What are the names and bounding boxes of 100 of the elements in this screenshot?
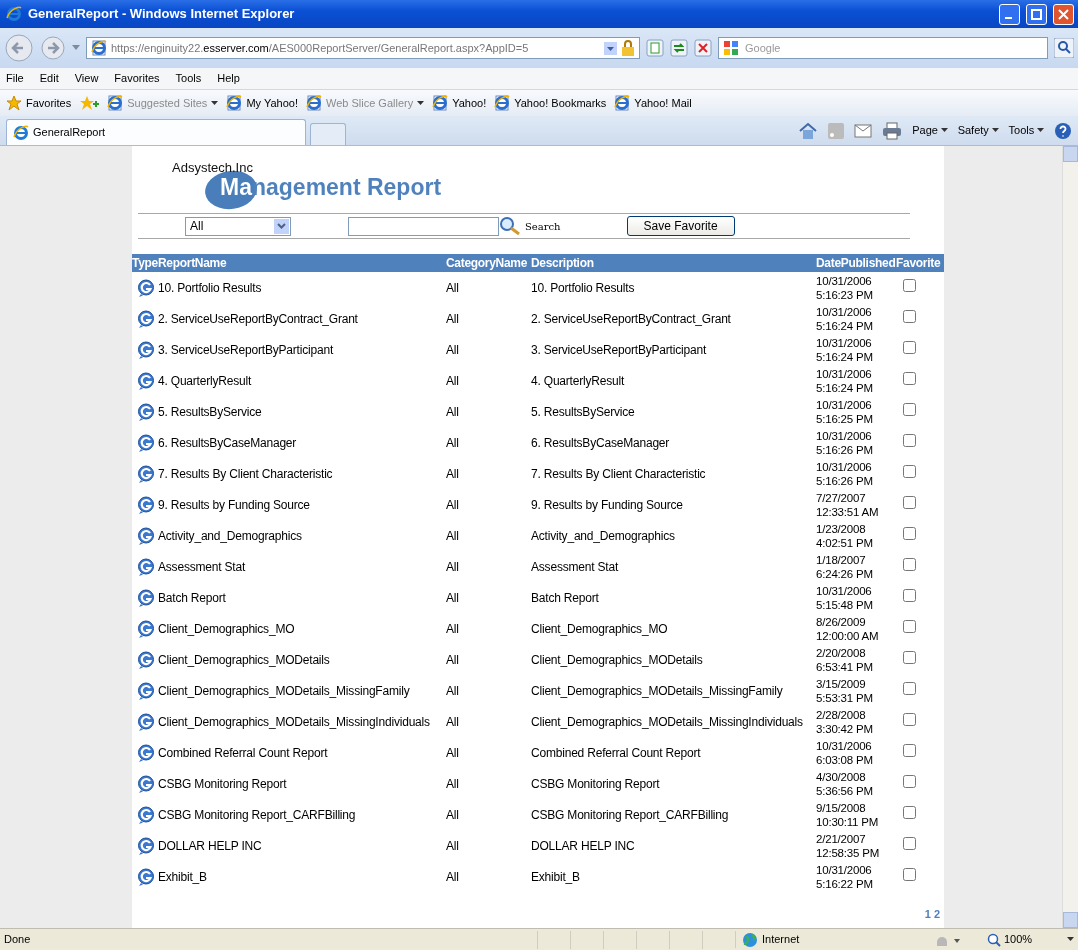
command-menu[interactable]: Tools — [1008, 122, 1044, 139]
favorite-checkbox[interactable] — [903, 371, 916, 385]
menu-item[interactable]: Edit — [39, 70, 59, 87]
favorite-checkbox[interactable] — [903, 650, 916, 664]
menu-item[interactable]: File — [6, 70, 24, 87]
report-icon[interactable] — [137, 464, 155, 483]
stop-icon[interactable] — [694, 39, 712, 57]
favorite-checkbox[interactable] — [903, 867, 916, 881]
report-name-cell[interactable]: Batch Report — [158, 582, 446, 613]
report-name-cell[interactable]: CSBG Monitoring Report — [158, 768, 446, 799]
browser-tab[interactable]: GeneralReport — [6, 119, 306, 145]
report-icon[interactable] — [137, 309, 155, 328]
search-icon[interactable] — [499, 216, 521, 236]
page-link[interactable]: 1 — [924, 905, 931, 922]
report-name-cell[interactable]: 10. Portfolio Results — [158, 272, 446, 303]
search-icon[interactable] — [1054, 38, 1074, 58]
report-icon[interactable] — [137, 433, 155, 452]
menu-item[interactable]: Tools — [175, 70, 202, 87]
favorite-checkbox[interactable] — [903, 526, 916, 540]
report-icon[interactable] — [137, 402, 155, 421]
report-name-cell[interactable]: Assessment Stat — [158, 551, 446, 582]
minimize-button[interactable] — [999, 3, 1020, 25]
print-icon[interactable] — [882, 121, 903, 140]
report-name-cell[interactable]: Combined Referral Count Report — [158, 737, 446, 768]
report-name-cell[interactable]: Client_Demographics_MODetails_MissingIndividuals — [158, 706, 446, 737]
help-icon[interactable] — [1054, 121, 1072, 140]
page-link[interactable]: 2 — [933, 905, 940, 922]
favorite-checkbox[interactable] — [903, 836, 916, 850]
home-icon[interactable] — [798, 121, 819, 140]
report-icon[interactable] — [137, 371, 155, 390]
category-select[interactable]: All — [185, 216, 291, 236]
zoom-control[interactable]: 100% — [987, 931, 1067, 948]
favorites-button[interactable]: Favorites — [6, 94, 72, 112]
save-favorite-button[interactable]: Save Favorite — [626, 216, 735, 236]
report-name-cell[interactable]: 5. ResultsByService — [158, 396, 446, 427]
maximize-button[interactable] — [1026, 3, 1047, 25]
report-name-cell[interactable]: DOLLAR HELP INC — [158, 830, 446, 861]
favorite-checkbox[interactable] — [903, 278, 916, 292]
dropdown-icon[interactable] — [1067, 937, 1074, 942]
report-name-cell[interactable]: Exhibit_B — [158, 861, 446, 892]
favorite-checkbox[interactable] — [903, 495, 916, 509]
report-name-cell[interactable]: 7. Results By Client Characteristic — [158, 458, 446, 489]
search-link[interactable]: Search — [525, 218, 561, 234]
report-icon[interactable] — [137, 526, 155, 545]
report-name-cell[interactable]: 4. QuarterlyResult — [158, 365, 446, 396]
report-icon[interactable] — [137, 743, 155, 762]
favorite-checkbox[interactable] — [903, 743, 916, 757]
add-favorite-icon[interactable] — [79, 95, 100, 111]
report-name-cell[interactable]: Client_Demographics_MODetails — [158, 644, 446, 675]
favorite-checkbox[interactable] — [903, 402, 916, 416]
command-menu[interactable]: Page — [912, 122, 948, 139]
favorite-checkbox[interactable] — [903, 805, 916, 819]
favorites-link[interactable]: Yahoo! — [432, 94, 487, 112]
report-icon[interactable] — [137, 836, 155, 855]
favorite-checkbox[interactable] — [903, 557, 916, 571]
favorite-checkbox[interactable] — [903, 340, 916, 354]
address-field[interactable]: https://enginuity22.esserver.com/AES000ReportServer/GeneralReport.aspx?AppID=5 — [86, 37, 640, 59]
report-name-cell[interactable]: 2. ServiceUseReportByContract_Grant — [158, 303, 446, 334]
favorites-link[interactable]: My Yahoo! — [226, 94, 298, 112]
report-icon[interactable] — [137, 588, 155, 607]
search-box[interactable]: Google — [718, 37, 1048, 59]
favorite-checkbox[interactable] — [903, 774, 916, 788]
close-button[interactable] — [1053, 3, 1074, 25]
report-icon[interactable] — [137, 774, 155, 793]
favorite-checkbox[interactable] — [903, 619, 916, 633]
report-icon[interactable] — [137, 340, 155, 359]
mail-icon[interactable] — [854, 123, 873, 138]
favorite-checkbox[interactable] — [903, 433, 916, 447]
report-icon[interactable] — [137, 278, 155, 297]
favorite-checkbox[interactable] — [903, 464, 916, 478]
report-name-cell[interactable]: 6. ResultsByCaseManager — [158, 427, 446, 458]
report-name-cell[interactable]: Client_Demographics_MODetails_MissingFamily — [158, 675, 446, 706]
favorites-link[interactable]: Yahoo! Mail — [614, 94, 692, 112]
forward-button[interactable] — [40, 35, 66, 61]
report-icon[interactable] — [137, 619, 155, 638]
search-input[interactable] — [348, 216, 499, 236]
favorite-checkbox[interactable] — [903, 309, 916, 323]
command-menu[interactable]: Safety — [957, 122, 999, 139]
scrollbar[interactable] — [1062, 146, 1078, 928]
favorite-checkbox[interactable] — [903, 712, 916, 726]
report-icon[interactable] — [137, 681, 155, 700]
report-icon[interactable] — [137, 557, 155, 576]
report-icon[interactable] — [137, 867, 155, 886]
report-name-cell[interactable]: Client_Demographics_MO — [158, 613, 446, 644]
report-icon[interactable] — [137, 805, 155, 824]
report-icon[interactable] — [137, 495, 155, 514]
report-name-cell[interactable]: 3. ServiceUseReportByParticipant — [158, 334, 446, 365]
menu-item[interactable]: View — [74, 70, 99, 87]
back-button[interactable] — [4, 33, 34, 63]
favorites-link[interactable]: Yahoo! Bookmarks — [494, 94, 607, 112]
report-icon[interactable] — [137, 712, 155, 731]
dropdown-icon[interactable] — [604, 41, 617, 55]
menu-item[interactable]: Help — [217, 70, 240, 87]
favorite-checkbox[interactable] — [903, 588, 916, 602]
report-icon[interactable] — [137, 650, 155, 669]
menu-item[interactable]: Favorites — [114, 70, 160, 87]
report-name-cell[interactable]: 9. Results by Funding Source — [158, 489, 446, 520]
report-name-cell[interactable]: CSBG Monitoring Report_CARFBilling — [158, 799, 446, 830]
report-name-cell[interactable]: Activity_and_Demographics — [158, 520, 446, 551]
refresh-icon[interactable] — [670, 39, 688, 57]
